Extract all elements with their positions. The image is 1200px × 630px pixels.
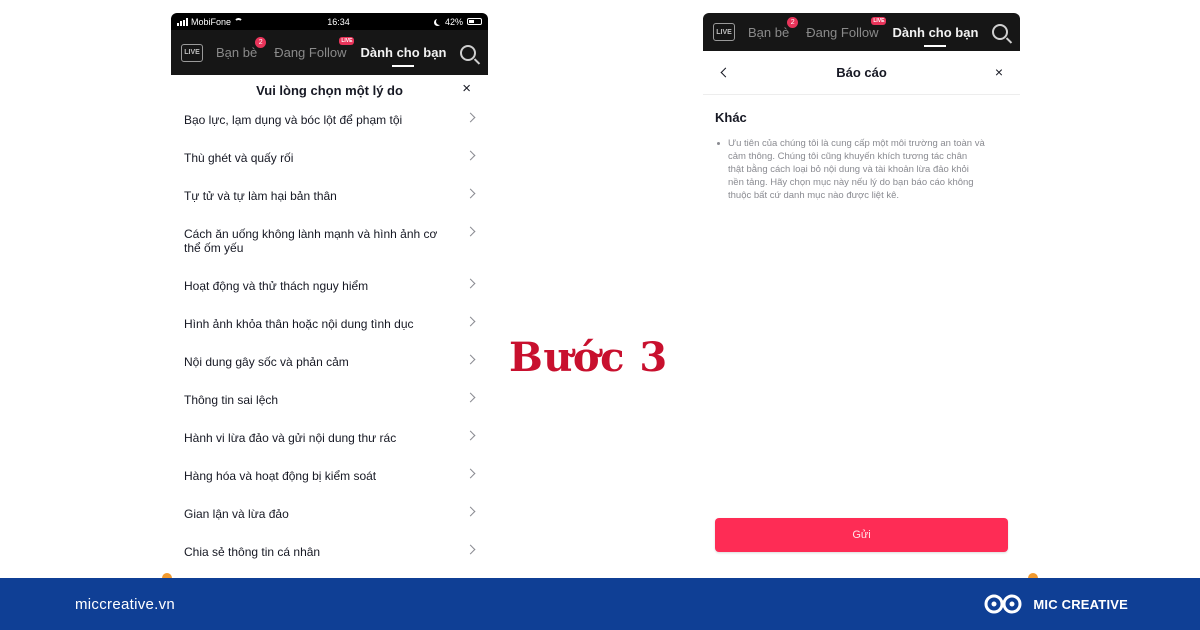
- chevron-right-icon: [465, 278, 476, 289]
- reason-item[interactable]: Cách ăn uống không lành mạnh và hình ảnh…: [171, 226, 488, 279]
- description-text: Ưu tiên của chúng tôi là cung cấp một mô…: [728, 138, 985, 201]
- back-chevron-icon[interactable]: [720, 67, 731, 78]
- chevron-right-icon: [465, 468, 476, 479]
- sheet-header: Vui lòng chọn một lý do ×: [171, 75, 488, 105]
- live-icon[interactable]: LIVE: [181, 43, 203, 62]
- tab-for-you-label: Dành cho bạn: [360, 45, 447, 60]
- tab-friends[interactable]: Bạn bè 2: [216, 37, 267, 60]
- tab-for-you[interactable]: Dành cho bạn: [892, 25, 978, 40]
- chevron-right-icon: [465, 150, 476, 161]
- chevron-right-icon: [465, 226, 476, 237]
- report-title: Báo cáo: [836, 65, 887, 80]
- top-nav: LIVE Bạn bè 2 Đang Follow LIVE Dành cho …: [171, 30, 488, 75]
- report-header: Báo cáo ×: [703, 51, 1020, 95]
- reason-item[interactable]: Bạo lực, lạm dụng và bóc lột để phạm tội: [171, 112, 488, 151]
- reason-sheet: Vui lòng chọn một lý do × Bạo lực, lạm d…: [171, 75, 488, 578]
- friends-badge: 2: [255, 37, 267, 48]
- chevron-right-icon: [465, 392, 476, 403]
- reason-item[interactable]: Nội dung gây sốc và phản cảm: [171, 354, 488, 393]
- tab-following[interactable]: Đang Follow LIVE: [806, 16, 887, 40]
- close-icon[interactable]: ×: [462, 81, 471, 96]
- tab-for-you-label: Dành cho bạn: [892, 24, 979, 40]
- chevron-right-icon: [465, 430, 476, 441]
- wifi-icon: [234, 18, 244, 25]
- reason-label: Hoạt động và thử thách nguy hiểm: [184, 279, 369, 293]
- tab-following-label: Đang Follow: [806, 24, 879, 40]
- tab-friends-label: Bạn bè: [216, 45, 258, 60]
- tab-friends[interactable]: Bạn bè 2: [748, 16, 799, 40]
- reason-item[interactable]: Thông tin sai lệch: [171, 392, 488, 431]
- chevron-right-icon: [465, 112, 476, 123]
- status-left: MobiFone: [177, 16, 244, 27]
- search-icon[interactable]: [992, 24, 1009, 40]
- reason-item[interactable]: Thù ghét và quấy rối: [171, 150, 488, 189]
- reason-item[interactable]: Gian lận và lừa đảo: [171, 506, 488, 545]
- battery-percent: 42%: [444, 16, 463, 27]
- reason-label: Tự tử và tự làm hại bản thân: [184, 189, 337, 203]
- report-description: Ưu tiên của chúng tôi là cung cấp một mô…: [715, 137, 985, 202]
- battery-icon: [466, 18, 482, 25]
- footer-url[interactable]: miccreative.vn: [75, 596, 175, 613]
- reason-label: Hình ảnh khỏa thân hoặc nội dung tình dụ…: [184, 317, 414, 331]
- reason-item[interactable]: Chia sẻ thông tin cá nhân: [171, 544, 488, 578]
- tab-following[interactable]: Đang Follow LIVE: [274, 37, 355, 60]
- status-bar: MobiFone 16:34 42%: [171, 13, 488, 30]
- reason-label: Cách ăn uống không lành mạnh và hình ảnh…: [184, 227, 438, 255]
- footer-bar: miccreative.vn MIC CREATIVE: [0, 578, 1200, 630]
- reason-item[interactable]: Hành vi lừa đảo và gửi nội dung thư rác: [171, 430, 488, 469]
- tab-following-label: Đang Follow: [274, 45, 347, 60]
- report-sheet: Báo cáo × Khác Ưu tiên của chúng tôi là …: [703, 51, 1020, 578]
- reason-label: Gian lận và lừa đảo: [184, 507, 289, 521]
- bullet-icon: [717, 142, 720, 145]
- sheet-title: Vui lòng chọn một lý do: [256, 82, 403, 98]
- reason-label: Thù ghét và quấy rối: [184, 151, 294, 165]
- chevron-right-icon: [465, 188, 476, 199]
- brand: MIC CREATIVE: [981, 592, 1128, 616]
- chevron-right-icon: [465, 354, 476, 365]
- top-nav: LIVE Bạn bè 2 Đang Follow LIVE Dành cho …: [703, 13, 1020, 51]
- tab-for-you[interactable]: Dành cho bạn: [360, 45, 446, 60]
- close-icon[interactable]: ×: [995, 65, 1003, 79]
- reason-label: Chia sẻ thông tin cá nhân: [184, 545, 321, 559]
- moon-icon: [436, 18, 443, 25]
- live-badge: LIVE: [871, 16, 887, 25]
- brand-logo-icon: [984, 594, 1022, 614]
- reason-label: Hàng hóa và hoạt động bị kiểm soát: [184, 469, 377, 483]
- brand-name: MIC CREATIVE: [1033, 596, 1128, 612]
- section-title: Khác: [715, 110, 747, 125]
- carrier-name: MobiFone: [191, 16, 232, 27]
- left-phone-screenshot: MobiFone 16:34 42% LIVE Bạn bè 2 Đang Fo…: [171, 13, 488, 578]
- step-label: Bước 3: [509, 334, 668, 381]
- chevron-right-icon: [465, 506, 476, 517]
- friends-badge: 2: [787, 16, 799, 28]
- reason-item[interactable]: Hoạt động và thử thách nguy hiểm: [171, 278, 488, 317]
- reason-label: Bạo lực, lạm dụng và bóc lột để phạm tội: [184, 113, 403, 127]
- reason-item[interactable]: Hàng hóa và hoạt động bị kiểm soát: [171, 468, 488, 507]
- chevron-right-icon: [465, 544, 476, 555]
- chevron-right-icon: [465, 316, 476, 327]
- tab-friends-label: Bạn bè: [748, 24, 790, 40]
- reason-label: Hành vi lừa đảo và gửi nội dung thư rác: [184, 431, 397, 445]
- status-time: 16:34: [327, 16, 350, 27]
- submit-button[interactable]: Gửi: [715, 518, 1008, 552]
- live-icon[interactable]: LIVE: [713, 23, 735, 41]
- right-phone-screenshot: LIVE Bạn bè 2 Đang Follow LIVE Dành cho …: [703, 13, 1020, 578]
- search-icon[interactable]: [460, 44, 477, 61]
- live-badge: LIVE: [339, 37, 355, 45]
- reason-item[interactable]: Tự tử và tự làm hại bản thân: [171, 188, 488, 227]
- reason-label: Thông tin sai lệch: [184, 393, 279, 407]
- status-right: 42%: [434, 17, 482, 27]
- reason-list: Bạo lực, lạm dụng và bóc lột để phạm tội…: [171, 105, 488, 578]
- signal-icon: [177, 17, 188, 26]
- reason-item[interactable]: Hình ảnh khỏa thân hoặc nội dung tình dụ…: [171, 316, 488, 355]
- reason-label: Nội dung gây sốc và phản cảm: [184, 355, 349, 369]
